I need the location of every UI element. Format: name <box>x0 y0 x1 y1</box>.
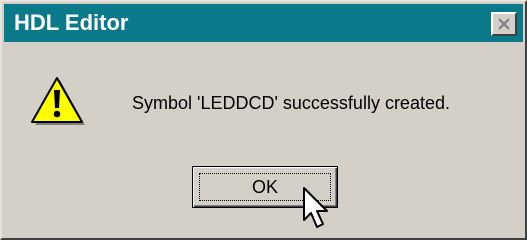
warning-icon <box>31 77 85 125</box>
title-bar: HDL Editor <box>4 4 523 42</box>
dialog-window: HDL Editor Symbol 'LEDDCD' successfully … <box>0 0 527 240</box>
close-icon <box>498 18 510 30</box>
window-title: HDL Editor <box>14 10 129 35</box>
mouse-pointer-icon <box>303 187 328 228</box>
close-button[interactable] <box>491 12 517 36</box>
message-text: Symbol 'LEDDCD' successfully created. <box>132 93 450 113</box>
